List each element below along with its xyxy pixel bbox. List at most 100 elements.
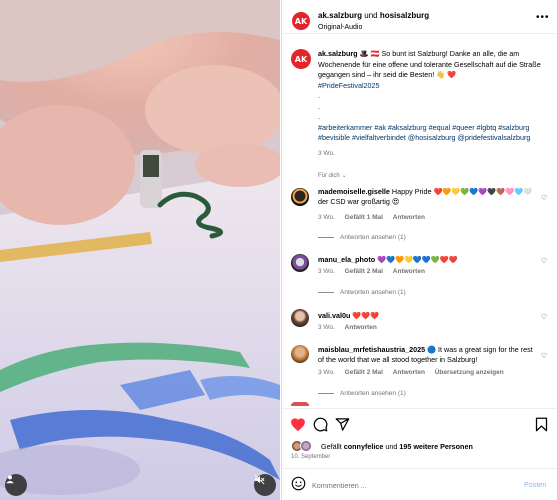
comment-time: 3 Wo. <box>318 214 335 221</box>
caption-dot: . <box>318 91 320 100</box>
view-replies-button[interactable]: Antworten ansehen (1) <box>318 234 406 241</box>
comment-time: 3 Wo. <box>318 268 335 275</box>
comment-like-button[interactable]: ♡ <box>541 352 547 360</box>
liker-avatar <box>300 440 312 452</box>
post-date: 10. September <box>291 454 331 460</box>
comment-like-button[interactable]: ♡ <box>541 257 547 265</box>
speaker-muted-icon <box>254 474 265 485</box>
chevron-down-icon: ⌄ <box>341 173 347 179</box>
comment-like-button[interactable]: ♡ <box>541 194 547 202</box>
commenter-username[interactable]: vali.val0u <box>318 311 350 320</box>
comment-meta: 3 Wo. Antworten <box>318 324 385 331</box>
caption-time: 3 Wo. <box>318 150 335 157</box>
paper-plane-icon <box>335 418 350 431</box>
emoji-picker-button[interactable] <box>291 476 306 496</box>
comment-input[interactable] <box>312 478 512 492</box>
comment-like-count[interactable]: Gefällt 2 Mal <box>345 369 383 376</box>
heart-outline-icon: ♡ <box>541 314 548 321</box>
smiley-icon <box>291 476 306 491</box>
more-options-button[interactable]: ••• <box>536 12 550 23</box>
comment-text: mademoiselle.giselle Happy Pride ❤️🧡💛💚💙💜… <box>318 187 536 207</box>
next-commenter-avatar <box>291 402 309 406</box>
likes-summary: Gefällt connyfelice und 195 weitere Pers… <box>291 440 551 454</box>
comment-meta: 3 Wo. Gefällt 2 Mal Antworten Übersetzun… <box>318 369 512 376</box>
heart-outline-icon: ♡ <box>541 258 548 265</box>
replies-divider <box>318 291 334 293</box>
heart-outline-icon: ♡ <box>541 353 548 360</box>
comment-reply-button[interactable]: Antworten <box>393 214 425 221</box>
view-replies-label: Antworten ansehen (1) <box>340 390 406 397</box>
tagged-users-button[interactable] <box>5 474 27 496</box>
commenter-avatar[interactable] <box>291 309 309 327</box>
comment-text: vali.val0u ❤️❤️❤️ <box>318 311 536 321</box>
comment-time: 3 Wo. <box>318 324 335 331</box>
comment-reply-button[interactable]: Antworten <box>393 369 425 376</box>
caption-hashtags[interactable]: #arbeiterkammer #ak #aksalzburg #equal #… <box>318 123 530 143</box>
comment-body: ❤️❤️❤️ <box>350 311 380 320</box>
comments-scroll-area[interactable]: AK ak.salzburg 🎩 🇦🇹 So bunt ist Salzburg… <box>282 40 557 406</box>
hashtag-pridefestival[interactable]: #PrideFestival2025 <box>318 81 550 92</box>
author-username[interactable]: ak.salzburg <box>318 11 362 20</box>
audio-label[interactable]: Original-Audio <box>318 24 362 31</box>
comment-time: 3 Wo. <box>318 369 335 376</box>
likes-prefix: Gefällt <box>321 442 344 451</box>
likes-others[interactable]: 195 weitere Personen <box>399 442 473 451</box>
comment-reply-button[interactable]: Antworten <box>393 268 425 275</box>
post-details-panel: AK ak.salzburg und hosisalzburg Original… <box>281 0 557 500</box>
comment-filter-label: Für dich <box>318 173 340 179</box>
commenter-avatar[interactable] <box>291 188 309 206</box>
post-comment-button[interactable]: Posten <box>524 480 546 489</box>
post-media[interactable] <box>0 0 280 500</box>
more-dots-icon: ••• <box>536 12 550 23</box>
like-button[interactable] <box>290 417 306 437</box>
author-connector: und <box>362 11 380 20</box>
view-replies-button[interactable]: Antworten ansehen (1) <box>318 289 406 296</box>
save-button[interactable] <box>535 417 548 437</box>
user-icon <box>6 475 14 484</box>
replies-divider <box>318 392 334 394</box>
caption-emoji: 🎩 🇦🇹 <box>359 49 380 58</box>
comment-button[interactable] <box>313 417 328 437</box>
commenter-avatar[interactable] <box>291 345 309 363</box>
comment-meta: 3 Wo. Gefällt 2 Mal Antworten <box>318 268 433 275</box>
commenter-username[interactable]: manu_ela_photo <box>318 255 375 264</box>
caption-text: ak.salzburg 🎩 🇦🇹 So bunt ist Salzburg! D… <box>318 49 550 144</box>
commenter-avatar[interactable] <box>291 254 309 272</box>
replies-divider <box>318 236 334 238</box>
view-replies-label: Antworten ansehen (1) <box>340 234 406 241</box>
comment-bubble-icon <box>313 417 328 432</box>
share-button[interactable] <box>335 417 350 437</box>
comment-like-button[interactable]: ♡ <box>541 313 547 321</box>
commenter-username[interactable]: mademoiselle.giselle <box>318 187 390 196</box>
translate-button[interactable]: Übersetzung anzeigen <box>435 369 504 376</box>
comment-body: 💜💙🧡💛💙💙💚❤️❤️ <box>375 255 458 264</box>
author-avatar[interactable]: AK <box>292 12 310 30</box>
heart-outline-icon: ♡ <box>541 195 548 202</box>
likes-text[interactable]: Gefällt connyfelice und 195 weitere Pers… <box>321 442 473 451</box>
commenter-username[interactable]: maisblau_mrfetishaustria_2025 <box>318 345 425 354</box>
liker-username[interactable]: connyfelice <box>344 442 384 451</box>
comment-reply-button[interactable]: Antworten <box>345 324 377 331</box>
post-actions <box>282 408 557 442</box>
likes-middle: und <box>383 442 400 451</box>
view-replies-button[interactable]: Antworten ansehen (1) <box>318 390 406 397</box>
author-line: ak.salzburg und hosisalzburg <box>318 11 429 20</box>
comment-meta: 3 Wo. Gefällt 1 Mal Antworten <box>318 214 433 221</box>
caption-dot: . <box>318 112 320 121</box>
media-illustration <box>0 0 280 500</box>
heart-filled-icon <box>291 418 305 432</box>
bookmark-icon <box>535 417 548 432</box>
comment-like-count[interactable]: Gefällt 2 Mal <box>345 268 383 275</box>
comment-filter-dropdown[interactable]: Für dich ⌄ <box>318 172 347 179</box>
post-viewer: AK ak.salzburg und hosisalzburg Original… <box>0 0 557 500</box>
add-comment-bar: Posten <box>282 468 557 500</box>
caption-avatar[interactable]: AK <box>291 49 311 69</box>
mute-button[interactable] <box>254 474 276 496</box>
post-header: AK ak.salzburg und hosisalzburg Original… <box>282 0 557 34</box>
comment-text: manu_ela_photo 💜💙🧡💛💙💙💚❤️❤️ <box>318 255 536 265</box>
collab-username[interactable]: hosisalzburg <box>380 11 429 20</box>
caption-dot: . <box>318 101 320 111</box>
comment-like-count[interactable]: Gefällt 1 Mal <box>345 214 383 221</box>
view-replies-label: Antworten ansehen (1) <box>340 289 406 296</box>
caption-username[interactable]: ak.salzburg <box>318 49 358 58</box>
